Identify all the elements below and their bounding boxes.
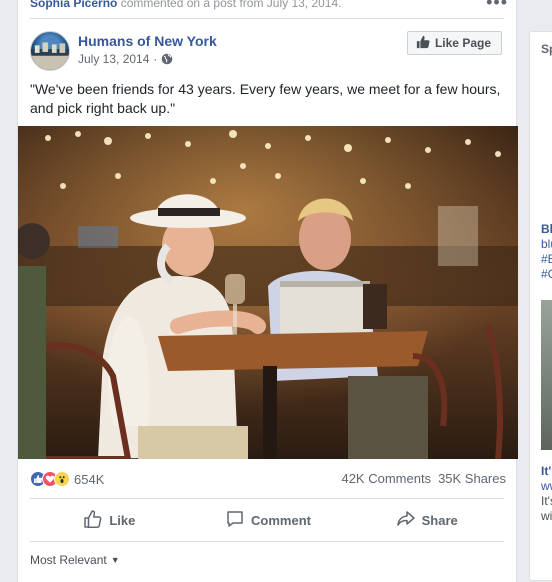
sponsored-ad-1[interactable]: Bl blu #E #C — [541, 222, 552, 282]
post-stats: 654K 42K Comments 35K Shares — [30, 469, 506, 489]
post-date-link[interactable]: July 13, 2014 — [78, 52, 149, 66]
engagement-counts: 42K Comments 35K Shares — [341, 471, 506, 486]
ad2-text-1: It's — [541, 494, 552, 508]
ad2-title: It' — [541, 464, 552, 478]
activity-text: commented on a post from July 13, 2014. — [120, 0, 342, 10]
ad1-link: blu — [541, 237, 552, 251]
meta-separator: · — [153, 52, 158, 66]
thumbs-up-icon — [416, 35, 430, 52]
wow-icon — [54, 471, 70, 487]
actions-divider — [30, 541, 504, 542]
like-label: Like — [109, 512, 136, 528]
reaction-count[interactable]: 654K — [74, 472, 104, 487]
ad1-tag-1: #E — [541, 252, 552, 266]
comment-label: Comment — [251, 512, 311, 528]
thumbs-up-outline-icon — [83, 509, 103, 532]
sponsored-title: Sp — [541, 42, 552, 56]
ad2-text-2: wi — [541, 509, 552, 523]
like-page-label: Like Page — [434, 36, 491, 50]
more-options-icon[interactable]: ••• — [486, 0, 508, 11]
activity-divider — [30, 18, 504, 19]
globe-icon — [161, 53, 173, 65]
shares-count-link[interactable]: 35K Shares — [438, 471, 506, 486]
stats-divider — [30, 498, 504, 499]
post-card: Sophia Picerno commented on a post from … — [17, 0, 518, 582]
page-avatar[interactable] — [30, 31, 70, 71]
reaction-summary[interactable]: 654K — [30, 471, 104, 487]
share-arrow-icon — [396, 509, 416, 532]
sponsored-ad-2[interactable]: It' ww It's wi — [541, 464, 552, 524]
activity-line: Sophia Picerno commented on a post from … — [30, 0, 342, 10]
ad1-tag-2: #C — [541, 267, 552, 281]
page-name-link[interactable]: Humans of New York — [78, 33, 217, 49]
post-meta: July 13, 2014 · — [78, 52, 173, 66]
sponsored-panel: Sp Bl blu #E #C It' ww It's wi — [529, 31, 552, 581]
caret-down-icon: ▼ — [110, 555, 120, 565]
post-actions: Like Comment Share — [30, 505, 506, 535]
post-photo[interactable] — [18, 126, 518, 459]
like-button[interactable]: Like — [30, 505, 189, 535]
ad1-title: Bl — [541, 222, 552, 236]
comments-count-link[interactable]: 42K Comments — [341, 471, 431, 486]
share-button[interactable]: Share — [347, 505, 506, 535]
post-caption: "We've been friends for 43 years. Every … — [30, 81, 501, 116]
sponsored-ad-image[interactable] — [541, 300, 552, 450]
comment-bubble-icon — [225, 509, 245, 532]
comment-button[interactable]: Comment — [189, 505, 348, 535]
activity-actor-link[interactable]: Sophia Picerno — [30, 0, 117, 10]
comment-sort-label: Most Relevant — [30, 553, 107, 567]
like-page-button[interactable]: Like Page — [406, 31, 502, 55]
comment-sort-dropdown[interactable]: Most Relevant ▼ — [30, 553, 120, 567]
post-header: Humans of New York July 13, 2014 · Like … — [30, 31, 506, 75]
share-label: Share — [421, 512, 458, 528]
ad2-link: ww — [541, 479, 552, 493]
